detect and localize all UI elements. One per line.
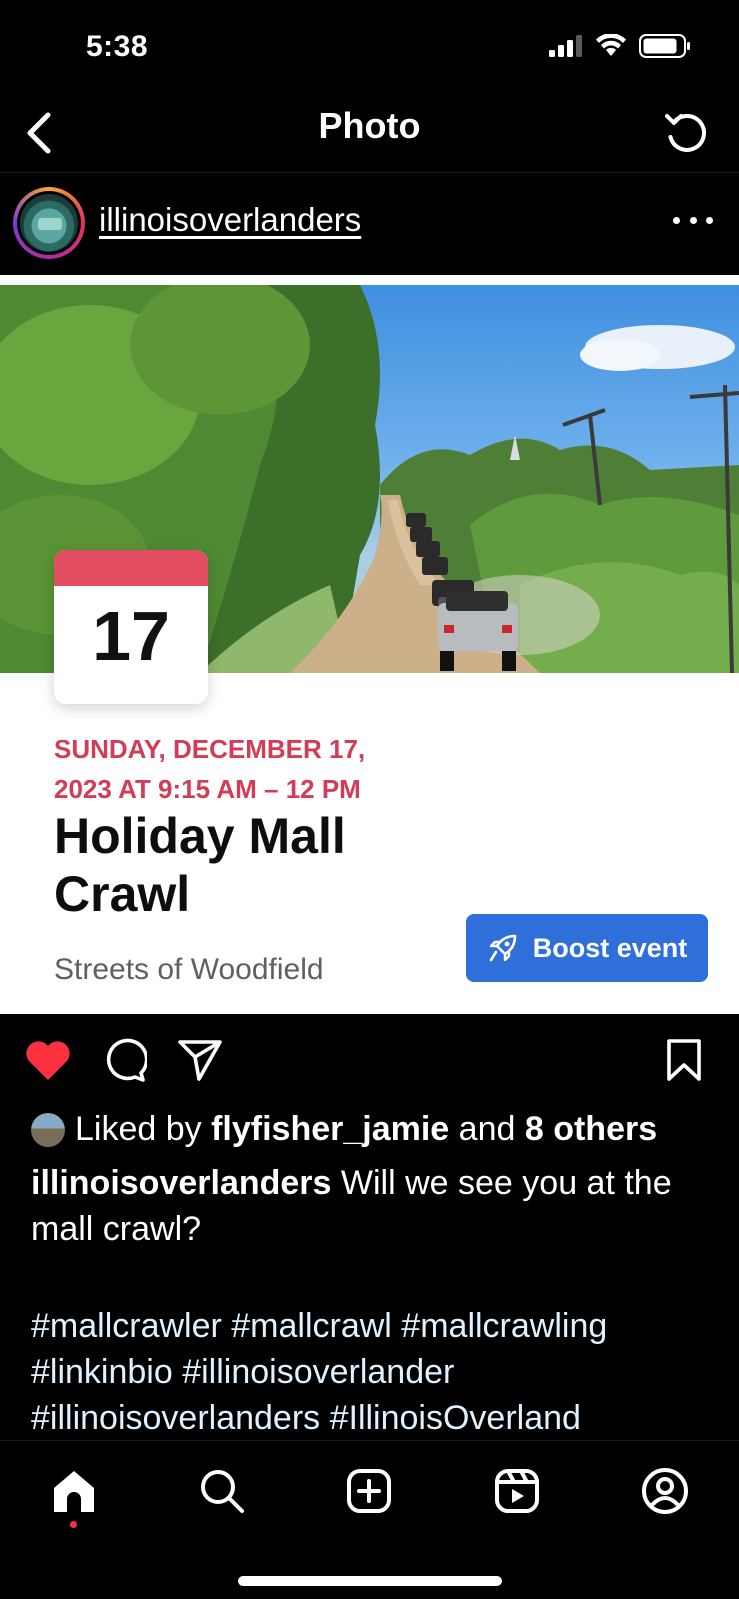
post-photo[interactable]: 17 SUNDAY, DECEMBER 17, 2023 AT 9:15 AM … <box>0 275 739 1014</box>
refresh-button[interactable] <box>659 103 715 163</box>
cellular-signal-icon <box>549 35 582 57</box>
profile-icon <box>642 1468 688 1514</box>
tab-profile[interactable] <box>637 1463 693 1519</box>
notification-dot <box>70 1521 77 1528</box>
event-title: Holiday Mall Crawl <box>54 808 346 922</box>
likes-summary[interactable]: Liked by flyfisher_jamie and 8 others <box>31 1110 657 1149</box>
liker-username[interactable]: flyfisher_jamie <box>211 1110 449 1149</box>
like-button[interactable] <box>22 1034 74 1086</box>
post-header: illinoisoverlanders <box>0 175 739 271</box>
send-icon <box>178 1040 222 1081</box>
top-navigation: Photo <box>0 95 739 173</box>
status-time: 5:38 <box>86 30 149 63</box>
tab-home[interactable] <box>46 1463 102 1519</box>
bookmark-icon <box>667 1039 701 1081</box>
boost-event-button: Boost event <box>466 914 708 982</box>
tab-reels[interactable] <box>489 1463 545 1519</box>
comment-icon <box>106 1038 147 1082</box>
illinois-overlanders-logo <box>20 194 78 252</box>
bottom-tab-bar <box>0 1440 739 1599</box>
save-button[interactable] <box>658 1034 710 1086</box>
post-caption: illinoisoverlanders Will we see you at t… <box>31 1160 711 1252</box>
tab-search[interactable] <box>194 1463 250 1519</box>
profile-avatar[interactable] <box>13 187 85 259</box>
post-username[interactable]: illinoisoverlanders <box>99 201 361 239</box>
hashtag-line[interactable]: #linkinbio #illinoisoverlander <box>31 1349 731 1395</box>
caption-username[interactable]: illinoisoverlanders <box>31 1164 331 1202</box>
more-options-button[interactable] <box>673 205 713 235</box>
post-actions <box>0 1030 739 1090</box>
liker-avatar <box>31 1112 65 1147</box>
add-square-icon <box>347 1469 391 1513</box>
event-day: 17 <box>92 597 170 675</box>
more-horizontal-icon <box>673 216 680 224</box>
refresh-icon <box>665 113 706 152</box>
page-title: Photo <box>318 105 421 146</box>
heart-icon <box>26 1041 70 1080</box>
event-location: Streets of Woodfield <box>54 953 324 986</box>
home-icon <box>54 1471 94 1512</box>
battery-icon <box>639 34 690 58</box>
search-icon <box>201 1470 244 1513</box>
caption-hashtags: #mallcrawler #mallcrawl #mallcrawling #l… <box>31 1303 731 1441</box>
likes-others[interactable]: 8 others <box>525 1110 657 1149</box>
wifi-icon <box>596 34 626 56</box>
event-datetime: SUNDAY, DECEMBER 17, 2023 AT 9:15 AM – 1… <box>54 734 366 804</box>
home-indicator <box>238 1576 502 1586</box>
rocket-icon <box>489 934 517 962</box>
comment-button[interactable] <box>98 1034 150 1086</box>
hashtag-line[interactable]: #illinoisoverlanders #IllinoisOverland <box>31 1395 731 1441</box>
event-date-card: 17 <box>54 550 208 704</box>
status-icons <box>549 34 691 58</box>
tab-create[interactable] <box>341 1463 397 1519</box>
share-button[interactable] <box>174 1034 226 1086</box>
boost-event-label: Boost event <box>532 932 688 963</box>
reels-icon <box>495 1469 539 1513</box>
hashtag-line[interactable]: #mallcrawler #mallcrawl #mallcrawling <box>31 1303 731 1349</box>
status-bar: 5:38 <box>0 0 739 95</box>
